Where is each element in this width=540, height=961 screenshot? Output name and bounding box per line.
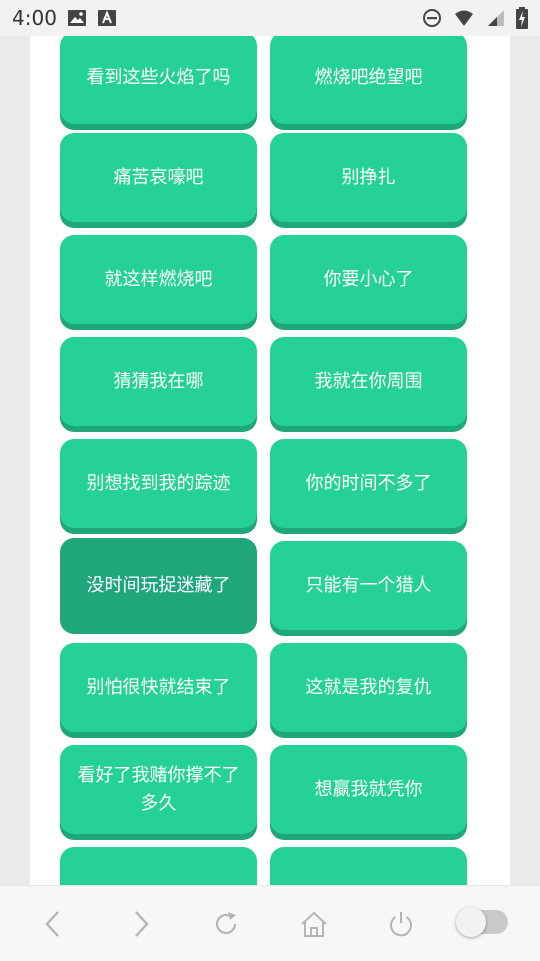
- power-icon[interactable]: [383, 906, 419, 942]
- sound-button[interactable]: 看好了我赌你撑不了多久: [60, 745, 257, 834]
- sound-button[interactable]: 就这样燃烧吧: [60, 235, 257, 324]
- sound-button[interactable]: 你的时间不多了: [270, 439, 467, 528]
- sound-button[interactable]: 想赢我就凭你: [270, 745, 467, 834]
- sound-button[interactable]: 别挣扎: [270, 133, 467, 222]
- do-not-disturb-icon: [423, 9, 441, 27]
- signal-icon: [488, 10, 504, 26]
- sound-button[interactable]: 这就是我的复仇: [270, 643, 467, 732]
- sound-button[interactable]: 看到这些火焰了吗: [60, 36, 257, 124]
- forward-icon[interactable]: [122, 906, 158, 942]
- button-grid[interactable]: 看到这些火焰了吗 燃烧吧绝望吧 痛苦哀嚎吧 别挣扎 就这样燃烧吧 你要小心了 猜…: [30, 36, 510, 885]
- back-icon[interactable]: [36, 906, 72, 942]
- sound-button[interactable]: 只能有一个猎人: [270, 541, 467, 630]
- reload-icon[interactable]: [208, 906, 244, 942]
- sound-button[interactable]: 燃烧吧绝望吧: [270, 36, 467, 124]
- toggle-switch[interactable]: [456, 907, 508, 937]
- sound-button[interactable]: 猜猜我在哪: [60, 337, 257, 426]
- sound-button[interactable]: 痛苦哀嚎吧: [60, 133, 257, 222]
- status-time: 4:00: [12, 6, 57, 30]
- sound-button[interactable]: 别想找到我的踪迹: [60, 439, 257, 528]
- home-icon[interactable]: [296, 906, 332, 942]
- side-panel-right: [510, 36, 540, 885]
- text-a-icon: [97, 10, 116, 26]
- sound-button[interactable]: [60, 847, 257, 885]
- sound-button[interactable]: [270, 847, 467, 885]
- battery-charging-icon: [516, 7, 528, 29]
- status-bar: 4:00: [0, 0, 540, 36]
- toggle-knob: [456, 907, 486, 937]
- sound-button-pressed[interactable]: 没时间玩捉迷藏了: [60, 538, 257, 634]
- sound-button[interactable]: 我就在你周围: [270, 337, 467, 426]
- sound-button[interactable]: 别怕很快就结束了: [60, 643, 257, 732]
- side-panel-left: [0, 36, 30, 885]
- image-icon: [67, 10, 86, 26]
- wifi-icon: [455, 10, 473, 26]
- sound-button[interactable]: 你要小心了: [270, 235, 467, 324]
